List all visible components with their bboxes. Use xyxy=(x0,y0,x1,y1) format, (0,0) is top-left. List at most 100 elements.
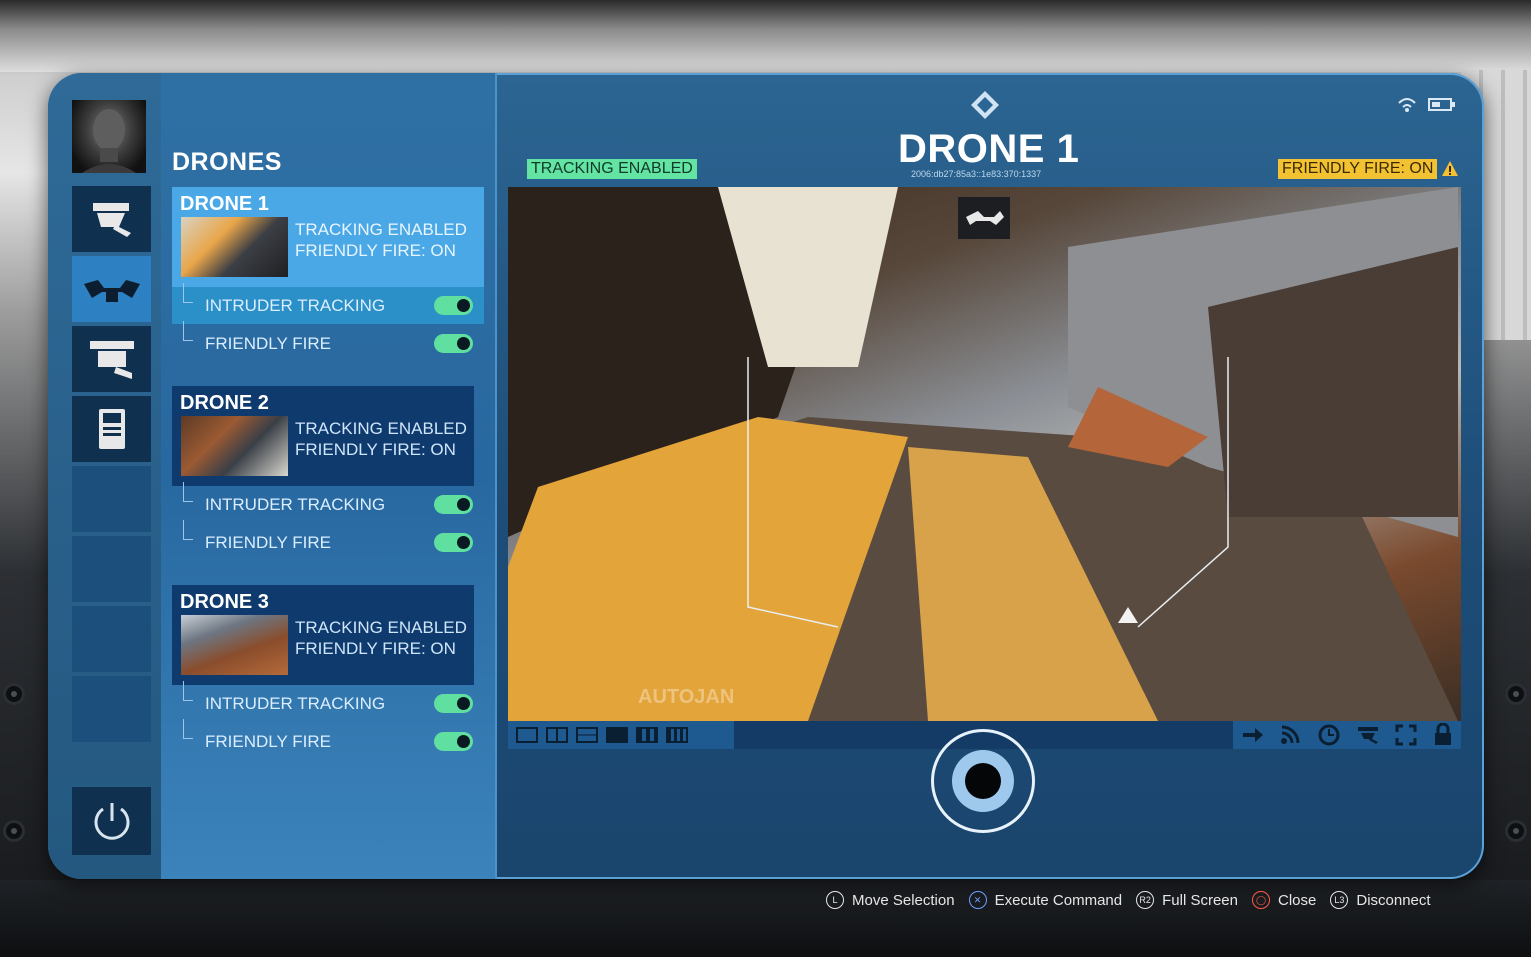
layout-2-icon[interactable] xyxy=(546,727,568,743)
drone-status: TRACKING ENABLED FRIENDLY FIRE: ON xyxy=(295,617,467,659)
rail-tab-terminals[interactable] xyxy=(72,396,151,462)
wifi-icon xyxy=(1398,98,1416,112)
intruder-tracking-toggle[interactable] xyxy=(434,296,473,315)
friendly-fire-badge: FRIENDLY FIRE: ON xyxy=(1278,159,1438,179)
option-label: INTRUDER TRACKING xyxy=(205,295,386,315)
main-view: DRONE 1 2006:db27:85a3::1e83:370:1337 TR… xyxy=(497,73,1484,879)
arrow-icon[interactable] xyxy=(1241,725,1265,745)
tree-connector xyxy=(183,321,193,341)
camera-feed[interactable]: AUTOJAN xyxy=(508,187,1461,721)
tree-connector xyxy=(183,520,193,540)
rail-tab-empty xyxy=(72,676,151,742)
warning-icon xyxy=(1442,161,1458,176)
option-label: FRIENDLY FIRE xyxy=(205,532,331,552)
joystick-knob[interactable] xyxy=(965,763,1001,799)
hint-label: Disconnect xyxy=(1356,891,1431,909)
list-title: DRONES xyxy=(172,148,282,176)
hint-label: Execute Command xyxy=(994,891,1123,909)
drone-control-tablet: DRONES DRONE 1 TRACKING ENABLED FRIENDLY… xyxy=(48,73,1484,879)
hint-execute-command: ✕ Execute Command xyxy=(968,891,1123,909)
status-icons xyxy=(1398,98,1455,112)
layout-6-icon[interactable] xyxy=(666,727,688,743)
status-tracking: TRACKING ENABLED xyxy=(295,220,467,239)
background-ceiling xyxy=(0,0,1531,72)
friendly-fire-toggle[interactable] xyxy=(434,732,473,751)
fullscreen-icon[interactable] xyxy=(1395,724,1417,746)
option-friendly-fire[interactable]: FRIENDLY FIRE xyxy=(172,321,484,362)
bezel-knob xyxy=(3,820,25,842)
option-label: FRIENDLY FIRE xyxy=(205,333,331,353)
tree-connector xyxy=(183,719,193,739)
drone-list-panel: DRONES DRONE 1 TRACKING ENABLED FRIENDLY… xyxy=(161,73,497,879)
status-friendly-fire: FRIENDLY FIRE: ON xyxy=(295,241,456,260)
bezel-knob xyxy=(3,683,25,705)
cross-button-icon: ✕ xyxy=(968,891,987,909)
option-friendly-fire[interactable]: FRIENDLY FIRE xyxy=(172,719,484,760)
avatar-icon xyxy=(82,109,136,173)
drone-thumbnail xyxy=(181,615,288,675)
bezel-knob xyxy=(1505,683,1527,705)
action-bar xyxy=(1233,721,1461,749)
drone-card-1[interactable]: DRONE 1 TRACKING ENABLED FRIENDLY FIRE: … xyxy=(172,187,484,287)
friendly-fire-toggle[interactable] xyxy=(434,533,473,552)
option-friendly-fire[interactable]: FRIENDLY FIRE xyxy=(172,520,484,561)
tree-connector xyxy=(183,283,193,303)
tracking-badge: TRACKING ENABLED xyxy=(527,159,697,179)
hint-disconnect: L3 Disconnect xyxy=(1330,891,1431,909)
option-intruder-tracking[interactable]: INTRUDER TRACKING xyxy=(172,681,484,722)
feed-scene: AUTOJAN xyxy=(508,187,1458,721)
option-label: FRIENDLY FIRE xyxy=(205,731,331,751)
camera-icon[interactable] xyxy=(1356,725,1380,745)
avatar xyxy=(72,100,146,173)
power-button[interactable] xyxy=(72,787,151,855)
hint-label: Full Screen xyxy=(1162,891,1238,909)
drone-card-2[interactable]: DRONE 2 TRACKING ENABLED FRIENDLY FIRE: … xyxy=(172,386,474,486)
drone-status: TRACKING ENABLED FRIENDLY FIRE: ON xyxy=(295,418,467,460)
rail-tab-empty xyxy=(72,606,151,672)
hint-close: ◯ Close xyxy=(1252,891,1316,909)
rail-tab-cameras[interactable] xyxy=(72,186,151,252)
status-tracking: TRACKING ENABLED xyxy=(295,419,467,438)
camera-icon xyxy=(92,203,131,237)
option-label: INTRUDER TRACKING xyxy=(205,693,386,713)
rail-tab-empty xyxy=(72,536,151,602)
tree-connector xyxy=(183,482,193,502)
status-friendly-fire: FRIENDLY FIRE: ON xyxy=(295,440,456,459)
battery-icon xyxy=(1428,98,1455,111)
layout-1-icon[interactable] xyxy=(516,727,538,743)
option-intruder-tracking[interactable]: INTRUDER TRACKING xyxy=(172,283,484,324)
lock-icon[interactable] xyxy=(1433,723,1453,747)
drone-address: 2006:db27:85a3::1e83:370:1337 xyxy=(911,169,1042,179)
tree-connector xyxy=(183,681,193,701)
logo-icon xyxy=(971,91,999,119)
drone-name: DRONE 3 xyxy=(180,591,269,613)
joystick-control[interactable] xyxy=(931,729,1035,833)
r2-button-icon: R2 xyxy=(1136,891,1155,909)
terminal-icon xyxy=(98,409,125,449)
intruder-tracking-toggle[interactable] xyxy=(434,495,473,514)
status-tracking: TRACKING ENABLED xyxy=(295,618,467,637)
signal-icon[interactable] xyxy=(1280,725,1302,745)
layout-3-icon[interactable] xyxy=(576,727,598,743)
layout-4-icon[interactable] xyxy=(606,727,628,743)
power-icon xyxy=(94,803,129,840)
option-label: INTRUDER TRACKING xyxy=(205,494,386,514)
drone-thumbnail xyxy=(181,217,288,277)
friendly-fire-toggle[interactable] xyxy=(434,334,473,353)
drone-thumbnail xyxy=(181,416,288,476)
rail-tab-drones[interactable] xyxy=(72,256,151,322)
option-intruder-tracking[interactable]: INTRUDER TRACKING xyxy=(172,482,484,523)
status-friendly-fire: FRIENDLY FIRE: ON xyxy=(295,639,456,658)
drone-name: DRONE 2 xyxy=(180,392,269,414)
drone-status: TRACKING ENABLED FRIENDLY FIRE: ON xyxy=(295,219,467,261)
rail-tab-turrets[interactable] xyxy=(72,326,151,392)
feed-overlay-text: AUTOJAN xyxy=(638,686,734,708)
layout-5-icon[interactable] xyxy=(636,727,658,743)
hint-label: Close xyxy=(1278,891,1317,909)
intruder-tracking-toggle[interactable] xyxy=(434,694,473,713)
layout-selector xyxy=(508,721,734,749)
clock-icon[interactable] xyxy=(1318,724,1340,746)
hint-label: Move Selection xyxy=(852,891,955,909)
l3-button-icon: L3 xyxy=(1330,891,1349,909)
drone-card-3[interactable]: DRONE 3 TRACKING ENABLED FRIENDLY FIRE: … xyxy=(172,585,474,685)
